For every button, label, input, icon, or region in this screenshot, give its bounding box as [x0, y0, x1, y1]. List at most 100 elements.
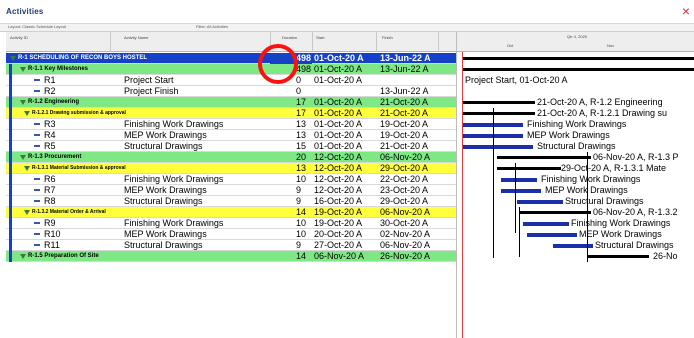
activity-icon	[34, 233, 40, 235]
table-row[interactable]: R1 Project Start 0 01-Oct-20 A	[6, 75, 456, 86]
wbs-expand-icon[interactable]	[20, 67, 26, 72]
gantt-bar-label: MEP Work Drawings	[527, 130, 610, 140]
table-row[interactable]: R-1.3.2 Material Order & Arrival 14 19-Oct…	[6, 207, 456, 218]
table-row[interactable]: R8 Structural Drawings 9 16-Oct-20 A 29-Oct-…	[6, 196, 456, 207]
summary-bar[interactable]	[497, 167, 561, 170]
activity-name: Finishing Work Drawings	[124, 119, 224, 129]
activity-icon	[34, 134, 40, 136]
activity-id: R8	[44, 196, 56, 206]
start-cell: 16-Oct-20 A	[314, 196, 363, 206]
table-row[interactable]: R-1.3 Procurement 20 12-Oct-20 A 06-Nov-20 …	[6, 152, 456, 163]
summary-bar[interactable]	[587, 255, 649, 258]
col-header-duration[interactable]: Duration	[282, 35, 297, 40]
wbs-expand-icon[interactable]	[24, 111, 30, 116]
wbs-expand-icon[interactable]	[20, 100, 26, 105]
activity-bar[interactable]	[501, 178, 537, 182]
table-row[interactable]: R7 MEP Work Drawings 9 12-Oct-20 A 23-Oct-20…	[6, 185, 456, 196]
summary-bar[interactable]	[497, 156, 591, 159]
summary-bar[interactable]	[519, 211, 591, 214]
gantt-bar-label: Structural Drawings	[565, 196, 644, 206]
start-cell: 19-Oct-20 A	[314, 207, 363, 217]
gantt-bar-label: MEP Work Drawings	[579, 229, 662, 239]
gantt-bar-label: 06-Nov-20 A, R-1.3 P	[593, 152, 679, 162]
gantt-bar-label: 21-Oct-20 A, R-1.2 Engineering	[537, 97, 663, 107]
table-row[interactable]: R4 MEP Work Drawings 13 01-Oct-20 A 19-Oct-2…	[6, 130, 456, 141]
activity-bar[interactable]	[527, 233, 577, 237]
table-row[interactable]: R6 Finishing Work Drawings 10 12-Oct-20 A 22…	[6, 174, 456, 185]
gantt-bar-label: Structural Drawings	[537, 141, 616, 151]
table-row[interactable]: R3 Finishing Work Drawings 13 01-Oct-20 A 19…	[6, 119, 456, 130]
relationship-line	[493, 108, 494, 258]
summary-bar[interactable]	[463, 112, 535, 115]
gantt-chart: Qtr 4, 2020 Oct Nov Project Start, 01-Oc…	[456, 32, 694, 338]
activity-id: R5	[44, 141, 56, 151]
activity-bar[interactable]	[517, 200, 563, 204]
finish-cell: 06-Nov-20 A	[380, 240, 431, 250]
table-row[interactable]: R9 Finishing Work Drawings 10 19-Oct-20 A 30…	[6, 218, 456, 229]
window-titlebar: Activities ×	[0, 0, 694, 24]
start-cell: 12-Oct-20 A	[314, 185, 363, 195]
highlight-circle	[258, 44, 298, 84]
table-row[interactable]: R-1.1 Key Milestones 498 01-Oct-20 A 13-Jun…	[6, 64, 456, 75]
start-cell: 01-Oct-20 A	[314, 141, 363, 151]
activity-name: R-1.1 Key Milestones	[28, 66, 89, 72]
table-row[interactable]: R-1.2 Engineering 17 01-Oct-20 A 21-Oct-20 …	[6, 97, 456, 108]
summary-bar[interactable]	[463, 57, 694, 60]
activity-bar[interactable]	[501, 189, 541, 193]
activity-id: R4	[44, 130, 56, 140]
activity-icon	[34, 200, 40, 202]
finish-cell: 19-Oct-20 A	[380, 130, 429, 140]
activity-bar[interactable]	[523, 222, 569, 226]
filter-label[interactable]: Filter: All Activities	[196, 24, 228, 29]
activity-name: Structural Drawings	[124, 141, 203, 151]
activity-bar[interactable]	[463, 145, 533, 149]
duration-cell: 20	[296, 152, 307, 162]
wbs-expand-icon[interactable]	[20, 155, 26, 160]
duration-cell: 14	[296, 207, 307, 217]
finish-cell: 06-Nov-20 A	[380, 152, 431, 162]
layout-label[interactable]: Layout: Classic Schedule Layout	[8, 24, 66, 29]
close-icon[interactable]: ×	[682, 4, 690, 18]
wbs-expand-icon[interactable]	[10, 56, 16, 61]
duration-cell: 15	[296, 141, 307, 151]
table-row[interactable]: R5 Structural Drawings 15 01-Oct-20 A 21-Oct…	[6, 141, 456, 152]
activity-name: R-1.3 Procurement	[28, 154, 82, 160]
start-cell: 20-Oct-20 A	[314, 229, 363, 239]
wbs-expand-icon[interactable]	[20, 254, 26, 259]
start-cell: 01-Oct-20 A	[314, 75, 363, 85]
activity-icon	[34, 145, 40, 147]
duration-cell: 0	[296, 86, 302, 96]
duration-cell: 17	[296, 108, 307, 118]
table-row[interactable]: R-1.2.1 Drawing submission & approval 17 0…	[6, 108, 456, 119]
activity-id: R10	[44, 229, 61, 239]
wbs-expand-icon[interactable]	[24, 210, 30, 215]
duration-cell: 10	[296, 229, 307, 239]
table-row[interactable]: R-1.5 Preparation Of Site 14 06-Nov-20 A 26…	[6, 251, 456, 262]
start-cell: 12-Oct-20 A	[314, 152, 363, 162]
window-title: Activities	[6, 7, 44, 16]
wbs-expand-icon[interactable]	[24, 166, 30, 171]
activity-name: Finishing Work Drawings	[124, 218, 224, 228]
activity-icon	[34, 79, 40, 81]
summary-bar[interactable]	[463, 101, 535, 104]
table-row[interactable]: R11 Structural Drawings 9 27-Oct-20 A 06-Nov…	[6, 240, 456, 251]
relationship-line	[515, 163, 516, 233]
activity-name: Project Start	[124, 75, 174, 85]
col-header-finish[interactable]: Finish	[382, 35, 393, 40]
col-header-start[interactable]: Start	[316, 35, 324, 40]
activity-icon	[34, 244, 40, 246]
table-row[interactable]: R2 Project Finish 0 13-Jun-22 A	[6, 86, 456, 97]
col-header-activity-id[interactable]: Activity ID	[10, 35, 28, 40]
finish-cell: 21-Oct-20 A	[380, 141, 429, 151]
summary-bar[interactable]	[463, 68, 694, 71]
col-header-activity-name[interactable]: Activity Name	[124, 35, 148, 40]
table-row[interactable]: R-1.3.1 Material Submission & approval 13…	[6, 163, 456, 174]
gantt-bar-label: Project Start, 01-Oct-20 A	[465, 75, 568, 85]
duration-cell: 9	[296, 185, 302, 195]
finish-cell: 02-Nov-20 A	[380, 229, 431, 239]
finish-cell: 06-Nov-20 A	[380, 207, 431, 217]
table-row[interactable]: R10 MEP Work Drawings 10 20-Oct-20 A 02-Nov-…	[6, 229, 456, 240]
table-row[interactable]: R-1 SCHEDULING OF RECON BOYS HOSTEL 498 01…	[6, 53, 456, 64]
duration-cell: 17	[296, 97, 307, 107]
table-header: Activity ID Activity Name Duration Start…	[6, 32, 456, 52]
